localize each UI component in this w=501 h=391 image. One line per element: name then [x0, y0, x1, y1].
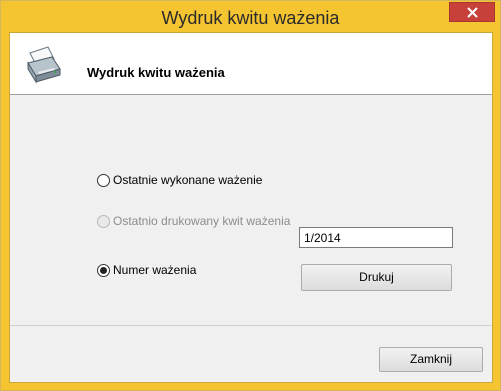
dialog-header: Wydruk kwitu ważenia	[10, 33, 492, 95]
weighing-number-input[interactable]	[299, 227, 453, 248]
option-last-printed: Ostatnio drukowany kwit ważenia	[97, 214, 290, 228]
window-title: Wydruk kwitu ważenia	[161, 8, 340, 28]
printer-icon	[27, 46, 61, 84]
close-icon	[466, 7, 478, 18]
title-bar[interactable]: Wydruk kwitu ważenia	[1, 1, 500, 31]
dialog-content: Wydruk kwitu ważenia Ostatnie wykonane w…	[9, 32, 493, 383]
close-button[interactable]	[449, 2, 495, 22]
option-weighing-number-label: Numer ważenia	[113, 263, 197, 277]
option-last-weighing[interactable]: Ostatnie wykonane ważenie	[97, 173, 262, 187]
radio-weighing-number[interactable]	[97, 263, 110, 277]
header-title: Wydruk kwitu ważenia	[87, 65, 225, 80]
option-last-weighing-label: Ostatnie wykonane ważenie	[113, 173, 263, 187]
dialog-window: Wydruk kwitu ważenia Wydruk kwitu ważeni…	[0, 0, 501, 391]
print-button[interactable]: Drukuj	[301, 264, 452, 291]
footer-divider	[10, 325, 492, 326]
option-last-printed-label: Ostatnio drukowany kwit ważenia	[113, 214, 291, 228]
radio-last-weighing[interactable]	[97, 173, 110, 187]
option-weighing-number[interactable]: Numer ważenia	[97, 263, 196, 277]
close-dialog-button[interactable]: Zamknij	[379, 347, 483, 372]
radio-last-printed	[97, 214, 110, 228]
